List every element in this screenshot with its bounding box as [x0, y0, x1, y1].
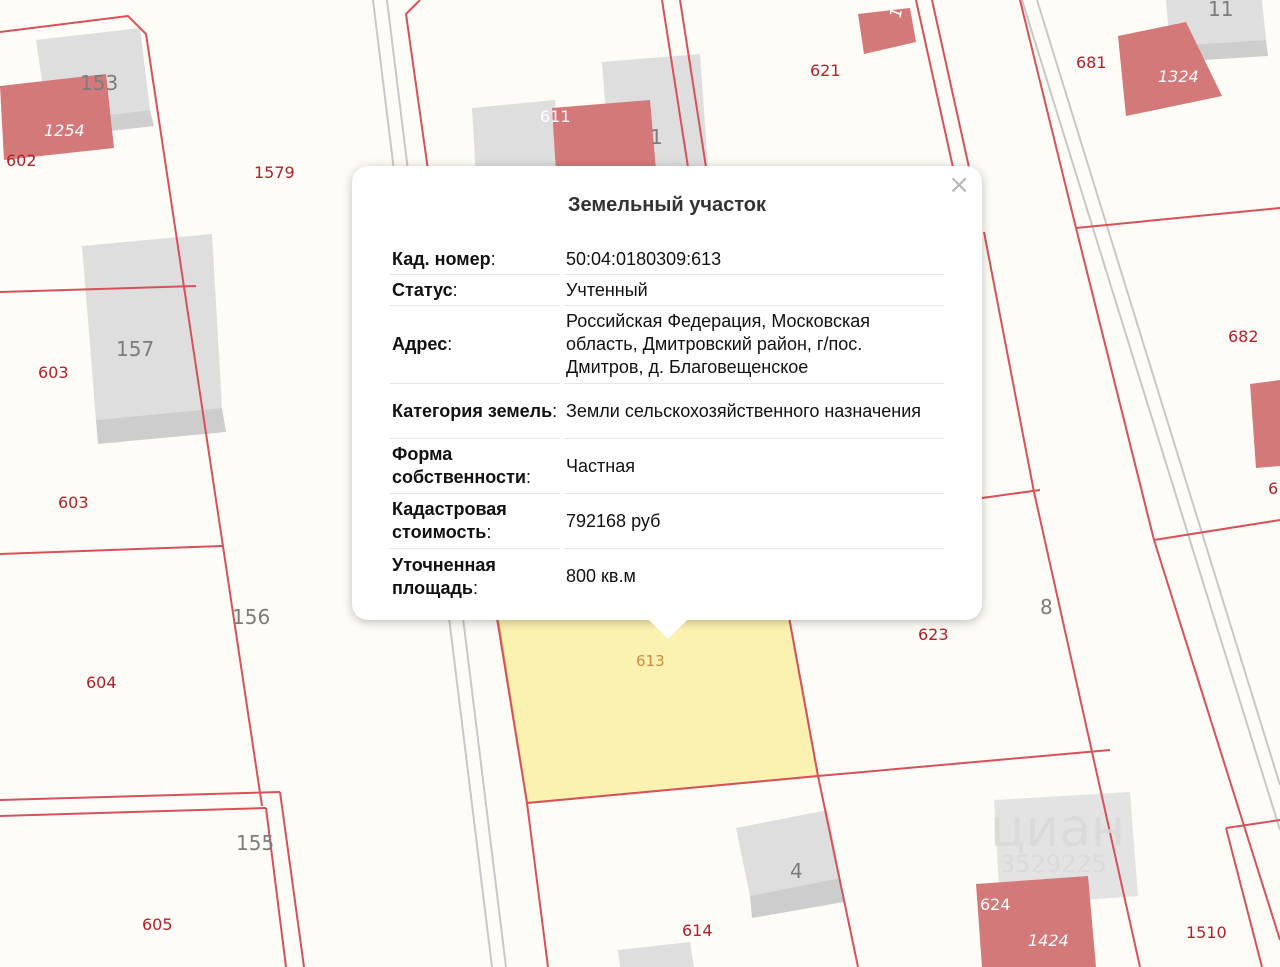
popup-title: Земельный участок [567, 194, 767, 216]
selected-lot-number: 613 [636, 652, 665, 670]
lot-number: 1510 [1186, 923, 1227, 942]
building-number: 12 [886, 0, 908, 19]
lot-number: 611 [540, 107, 571, 126]
table-row: Категория земель: Земли сельскохозяйстве… [390, 384, 944, 439]
table-row: Кадастровая стоимость: 792168 руб [390, 494, 944, 549]
row-value: Земли сельскохозяйственного назначения [564, 384, 944, 439]
building-number: 8 [1040, 595, 1053, 619]
row-key: Кад. номер: [390, 244, 560, 275]
lot-number: 605 [142, 915, 173, 934]
watermark-code: 3529225 [1000, 850, 1107, 878]
lot-number: 602 [6, 151, 37, 170]
table-row: Адрес: Российская Федерация, Московская … [390, 306, 944, 384]
row-key: Категория земель: [390, 384, 560, 439]
table-row: Уточненная площадь: 800 кв.м [390, 549, 944, 604]
lot-number: 604 [86, 673, 117, 692]
cian-watermark: циан 3529225 [990, 799, 1125, 878]
lot-number: 623 [918, 625, 949, 644]
row-value: Учтенный [564, 275, 944, 306]
row-value: 800 кв.м [566, 566, 636, 586]
row-value: 792168 руб [564, 494, 944, 549]
row-key: Уточненная площадь: [392, 554, 496, 598]
building-number: 156 [232, 605, 270, 629]
building-number: 1424 [1028, 931, 1069, 950]
lot-number: 681 [1076, 53, 1107, 72]
building-number: 153 [80, 71, 118, 95]
building-number: 4 [790, 859, 803, 883]
building-number: 1254 [44, 121, 85, 140]
lot-number: 603 [58, 493, 89, 512]
lot-number: 603 [38, 363, 69, 382]
lot-number: 682 [1228, 327, 1259, 346]
building-number: 1324 [1158, 67, 1199, 86]
building-number: 1 [650, 125, 663, 149]
building-number: 155 [236, 831, 274, 855]
table-row: Кад. номер: 50:04:0180309:613 [390, 244, 944, 275]
table-row: Статус: Учтенный [390, 275, 944, 306]
row-key: Адрес: [390, 306, 560, 384]
building-number: 11 [1208, 0, 1233, 21]
plot-info-table: Кад. номер: 50:04:0180309:613 Статус: Уч… [386, 244, 948, 604]
row-value: Частная [564, 439, 944, 494]
row-key: Кадастровая стоимость: [390, 494, 560, 549]
row-key: Форма собственности: [390, 439, 560, 494]
row-key: Статус: [390, 275, 560, 306]
lot-number: 624 [980, 895, 1011, 914]
table-row: Форма собственности: Частная [390, 439, 944, 494]
lot-number: 614 [682, 921, 713, 940]
popup-pointer [648, 619, 688, 639]
row-value: Российская Федерация, Московская область… [564, 306, 944, 384]
building-number: 157 [116, 337, 154, 361]
land-plot-popup: × Земельный участок Кад. номер: 50:04:01… [352, 166, 982, 620]
lot-number: 1579 [254, 163, 295, 182]
row-value: 50:04:0180309:613 [564, 244, 944, 275]
lot-number: 621 [810, 61, 841, 80]
lot-number: 6 [1268, 479, 1278, 498]
